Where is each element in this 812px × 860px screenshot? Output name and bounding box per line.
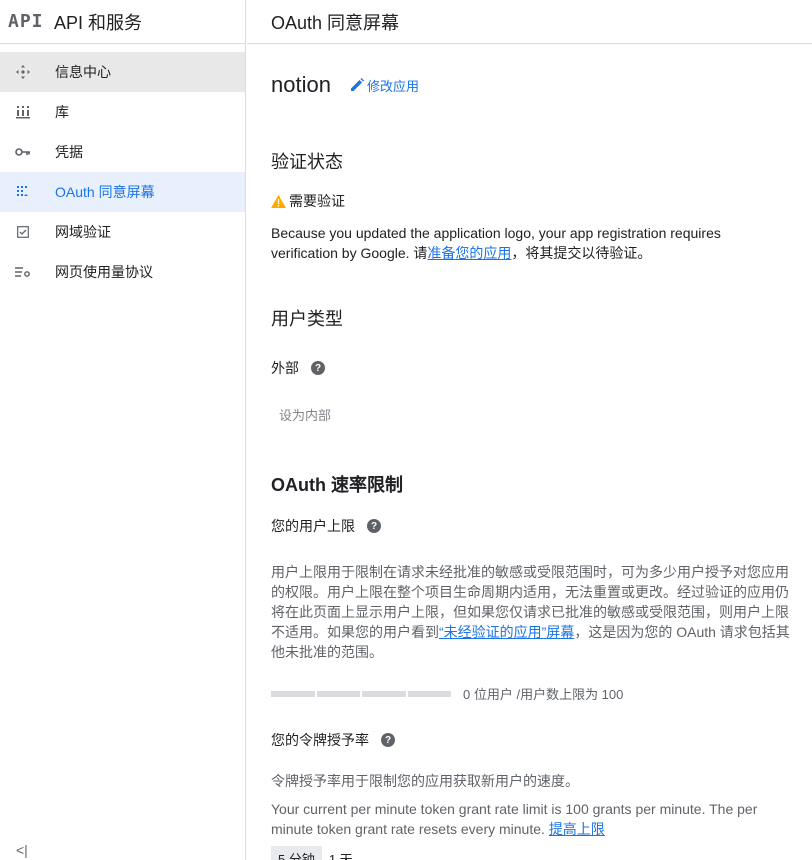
settings-list-icon <box>14 263 32 281</box>
help-icon[interactable]: ? <box>367 519 381 533</box>
edit-app-label: 修改应用 <box>366 78 419 94</box>
page-title: OAuth 同意屏幕 <box>271 12 400 33</box>
consent-grid-icon <box>14 183 32 201</box>
dashboard-icon <box>14 63 32 81</box>
grant-rate-label-row: 您的令牌授予率 ? <box>271 730 791 750</box>
prepare-app-link[interactable]: 准备您的应用 <box>427 245 511 261</box>
user-cap-description: 用户上限用于限制在请求未经批准的敏感或受限范围时，可为多少用户授予对您应用的权限… <box>271 562 791 662</box>
user-cap-usage-text: 0 位用户 /用户数上限为 100 <box>463 687 624 702</box>
user-cap-usage: 0 位用户 /用户数上限为 100 <box>271 684 791 703</box>
key-icon <box>14 143 32 161</box>
app-row: notion 修改应用 <box>271 72 791 98</box>
sidebar-item-library[interactable]: 库 <box>0 92 245 132</box>
sidebar-item-label: 库 <box>55 104 69 120</box>
verification-status: 需要验证 <box>271 191 791 211</box>
make-internal-button[interactable]: 设为内部 <box>279 408 331 423</box>
api-logo: API <box>8 11 44 32</box>
user-cap-label-row: 您的用户上限 ? <box>271 516 791 536</box>
sidebar-item-domain-verification[interactable]: 网域验证 <box>0 212 245 252</box>
sidebar-nav: 信息中心 库 凭据 OAuth 同意屏幕 网域验证 网页使用量协议 <box>0 44 245 292</box>
grant-rate-limit-text: Your current per minute token grant rate… <box>271 801 758 837</box>
help-icon[interactable]: ? <box>381 733 395 747</box>
rate-limits-title: OAuth 速率限制 <box>271 471 791 497</box>
progress-segment <box>316 690 360 697</box>
sidebar-item-label: 网页使用量协议 <box>55 264 153 280</box>
sidebar-item-page-usage-agreement[interactable]: 网页使用量协议 <box>0 252 245 292</box>
main-content: notion 修改应用 验证状态 需要验证 Because you update… <box>271 45 791 860</box>
sidebar-item-credentials[interactable]: 凭据 <box>0 132 245 172</box>
verification-status-text: 需要验证 <box>289 193 345 209</box>
sidebar-item-label: 网域验证 <box>55 224 111 240</box>
sidebar-item-label: 凭据 <box>55 144 83 160</box>
tab-5-minutes[interactable]: 5 分钟 <box>271 846 322 860</box>
grant-rate-label: 您的令牌授予率 <box>271 732 369 748</box>
checkbox-icon <box>14 223 32 241</box>
sidebar-title: API 和服务 <box>54 12 143 33</box>
sidebar-brand: API API 和服务 <box>0 0 245 44</box>
pencil-icon <box>350 78 364 91</box>
user-cap-progress-bar <box>271 690 451 697</box>
page-header: OAuth 同意屏幕 <box>247 0 812 44</box>
library-icon <box>14 103 32 121</box>
sidebar-item-label: 信息中心 <box>55 64 111 80</box>
make-internal-row: 设为内部 <box>271 405 791 425</box>
progress-segment <box>271 690 315 697</box>
unverified-app-screen-link[interactable]: “未经验证的应用”屏幕 <box>439 624 574 640</box>
sidebar-item-dashboard[interactable]: 信息中心 <box>0 52 245 92</box>
grant-rate-text: Your current per minute token grant rate… <box>271 799 791 839</box>
verification-text-end: ，将其提交以待验证。 <box>511 245 652 261</box>
sidebar-item-label: OAuth 同意屏幕 <box>55 184 155 200</box>
user-type-row: 外部 ? <box>271 358 791 378</box>
app-name: notion <box>271 72 331 97</box>
user-type-title: 用户类型 <box>271 309 343 329</box>
collapse-sidebar-button[interactable]: <| <box>16 842 28 858</box>
warning-icon <box>271 194 286 208</box>
progress-segment <box>362 690 406 697</box>
edit-app-button[interactable]: 修改应用 <box>350 76 419 95</box>
verification-description: Because you updated the application logo… <box>271 223 791 263</box>
user-type-value: 外部 <box>271 360 299 376</box>
sidebar: API API 和服务 信息中心 库 凭据 OAuth 同意屏幕 网域验证 网页… <box>0 0 246 860</box>
help-icon[interactable]: ? <box>311 361 325 375</box>
rate-limits-title-text: OAuth 速率限制 <box>271 475 403 495</box>
user-cap-label: 您的用户上限 <box>271 518 355 534</box>
tab-1-day[interactable]: 1 天 <box>322 846 360 860</box>
raise-limit-link[interactable]: 提高上限 <box>549 821 605 837</box>
progress-segment <box>407 690 451 697</box>
time-range-tabs: 5 分钟 1 天 <box>271 846 791 860</box>
grant-rate-description: 令牌授予率用于限制您的应用获取新用户的速度。 <box>271 773 579 789</box>
verification-status-title: 验证状态 <box>271 152 343 172</box>
sidebar-item-oauth-consent[interactable]: OAuth 同意屏幕 <box>0 172 245 212</box>
